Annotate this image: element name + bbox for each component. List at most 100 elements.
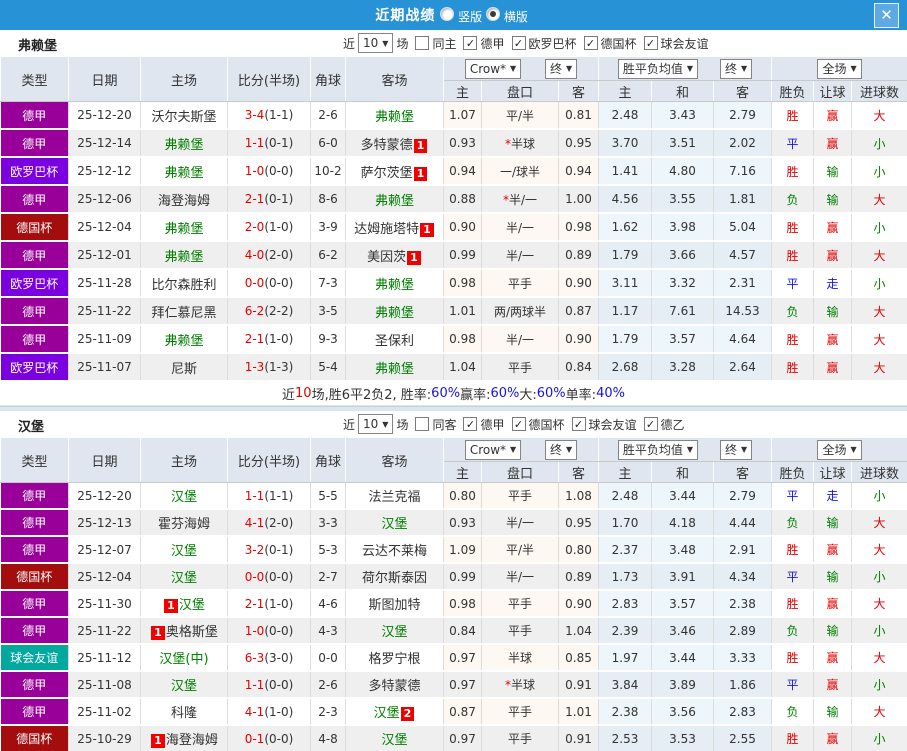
provider-final-select[interactable]: 终 ▼	[545, 439, 578, 460]
match-date: 25-11-08	[68, 671, 141, 699]
league-checkbox-1-label: 德甲	[480, 417, 505, 432]
scope-select[interactable]: 全场 ▼	[817, 58, 862, 79]
avg-draw: 3.89	[651, 671, 715, 699]
match-row: 德甲 25-11-09 弗赖堡 2-1(1-0) 9-3 圣保利 0.98 半/一 0.90 1.…	[0, 325, 907, 354]
result-goals: 大	[851, 644, 907, 672]
league-checkbox-3[interactable]: ✓	[571, 417, 586, 431]
result-goals: 大	[851, 509, 907, 537]
result-text: 胜	[786, 108, 799, 123]
handicap: 平手	[481, 482, 559, 510]
avg-lose: 2.89	[713, 617, 773, 645]
corner-score: 5-3	[310, 536, 346, 564]
subcolumn-header: 客	[713, 80, 773, 102]
league-checkbox-2[interactable]: ✓	[511, 36, 526, 50]
league-checkbox-1[interactable]: ✓	[463, 36, 478, 50]
section-filter-row: 汉堡近 10 ▼ 场同客 ✓ 德甲 ✓ 德国杯 ✓ 球会友谊 ✓ 德乙	[0, 411, 907, 437]
subcolumn-header: 让球	[813, 461, 853, 483]
match-row: 德甲 25-11-22 拜仁慕尼黑 6-2(2-2) 3-5 弗赖堡 1.01 两/两球半 0.…	[0, 297, 907, 326]
avg-select[interactable]: 胜平负均值 ▼	[617, 58, 699, 79]
match-row: 德甲 25-11-22 1 奥格斯堡 1-0(0-0) 4-3 汉堡 0.84 平手 1.04 2.…	[0, 617, 907, 645]
league-checkbox-4[interactable]: ✓	[643, 417, 658, 431]
result-wdl: 平	[771, 563, 815, 591]
result-text: 负	[786, 705, 799, 719]
handicap-text: 半球	[510, 678, 535, 692]
fulltime-score: 0-0	[244, 569, 265, 584]
result-text: 输	[826, 624, 839, 638]
home-team: 汉堡(中)	[140, 644, 228, 672]
result-handicap: 走	[813, 269, 853, 298]
result-goals: 小	[851, 482, 907, 510]
team-name-text: 汉堡(中)	[159, 652, 209, 667]
result-text: 平	[786, 678, 799, 692]
team-badge: 2	[400, 707, 415, 721]
avg-final-select[interactable]: 终 ▼	[719, 58, 753, 79]
same-venue-checkbox[interactable]	[415, 36, 430, 50]
league-checkbox-3[interactable]: ✓	[583, 36, 598, 50]
match-date: 25-11-12	[68, 644, 141, 672]
league-checkbox-4[interactable]: ✓	[643, 36, 658, 50]
result-wdl: 平	[771, 671, 815, 699]
column-header: 客场	[345, 437, 444, 483]
column-header: 主场	[140, 437, 228, 483]
avg-lose: 1.81	[713, 185, 773, 214]
close-button[interactable]: ✕	[874, 3, 899, 28]
dropdown-arrow-icon: ▼	[566, 445, 573, 454]
subcolumn-header: 主	[598, 461, 653, 483]
match-count-select[interactable]: 10 ▼	[358, 33, 394, 53]
header-controls-group: 全场 ▼	[772, 439, 907, 460]
league-checkbox-1[interactable]: ✓	[463, 417, 478, 431]
same-venue-checkbox[interactable]	[415, 417, 430, 431]
avg-win: 3.70	[598, 129, 653, 158]
league-checkbox-2[interactable]: ✓	[511, 417, 526, 431]
match-count-select[interactable]: 10 ▼	[358, 414, 394, 434]
subcolumn-header: 让球	[813, 80, 853, 102]
team-name-text: 达姆施塔特	[354, 221, 420, 237]
result-text: 胜	[786, 164, 799, 179]
avg-win: 3.11	[598, 269, 653, 298]
layout-radio-2[interactable]	[486, 6, 500, 21]
avg-win: 1.97	[598, 644, 653, 672]
away-team: 美因茨 1	[345, 241, 444, 270]
match-type-badge: 德甲	[0, 536, 69, 564]
corner-score: 8-6	[310, 185, 346, 214]
handicap: 平手	[481, 698, 559, 726]
halftime-score: (1-3)	[264, 360, 294, 374]
scope-select[interactable]: 全场 ▼	[817, 439, 862, 460]
odds-away: 1.01	[558, 698, 600, 726]
avg-lose: 2.02	[713, 129, 773, 158]
result-text: 胜	[786, 597, 799, 611]
provider-select[interactable]: Crow* ▼	[464, 439, 522, 460]
match-row: 德甲 25-12-20 沃尔夫斯堡 3-4(1-1) 2-6 弗赖堡 1.07 平/半 0.81…	[0, 101, 907, 130]
odds-home: 0.84	[443, 617, 482, 645]
result-text: 平	[786, 489, 799, 503]
provider-final-select[interactable]: 终 ▼	[545, 58, 578, 79]
match-type-badge: 德甲	[0, 241, 69, 270]
result-handicap: 走	[813, 482, 853, 510]
avg-final-select[interactable]: 终 ▼	[719, 439, 753, 460]
same-venue-checkbox-label: 同客	[432, 417, 457, 432]
corner-score: 5-4	[310, 353, 346, 382]
provider-select[interactable]: Crow* ▼	[464, 58, 522, 79]
team-name-text: 弗赖堡	[164, 249, 204, 265]
handicap: 半/一	[481, 563, 559, 591]
result-text: 赢	[826, 597, 839, 611]
corner-score: 6-0	[310, 129, 346, 158]
handicap-text: 平手	[507, 732, 532, 746]
handicap: 半球	[481, 644, 559, 672]
avg-select[interactable]: 胜平负均值 ▼	[617, 439, 699, 460]
handicap: 平手	[481, 590, 559, 618]
result-text: 小	[873, 624, 886, 638]
filter-prefix-label: 近	[343, 36, 356, 51]
summary-row: 近 10 场,胜6平2负2, 胜率: 60% 赢率: 60% 大: 60% 单率: 40%	[0, 382, 907, 406]
layout-radio-1[interactable]	[440, 6, 455, 21]
score: 0-0(0-0)	[227, 563, 311, 591]
odds-home: 0.97	[443, 725, 482, 751]
corner-score: 0-0	[310, 644, 346, 672]
result-wdl: 胜	[771, 241, 815, 270]
fulltime-score: 3-4	[244, 108, 265, 122]
avg-lose: 3.33	[713, 644, 773, 672]
column-header: 主场	[140, 56, 228, 102]
odds-away: 0.84	[558, 353, 600, 382]
match-type-badge: 德国杯	[0, 563, 69, 591]
odds-away: 0.90	[558, 590, 600, 618]
